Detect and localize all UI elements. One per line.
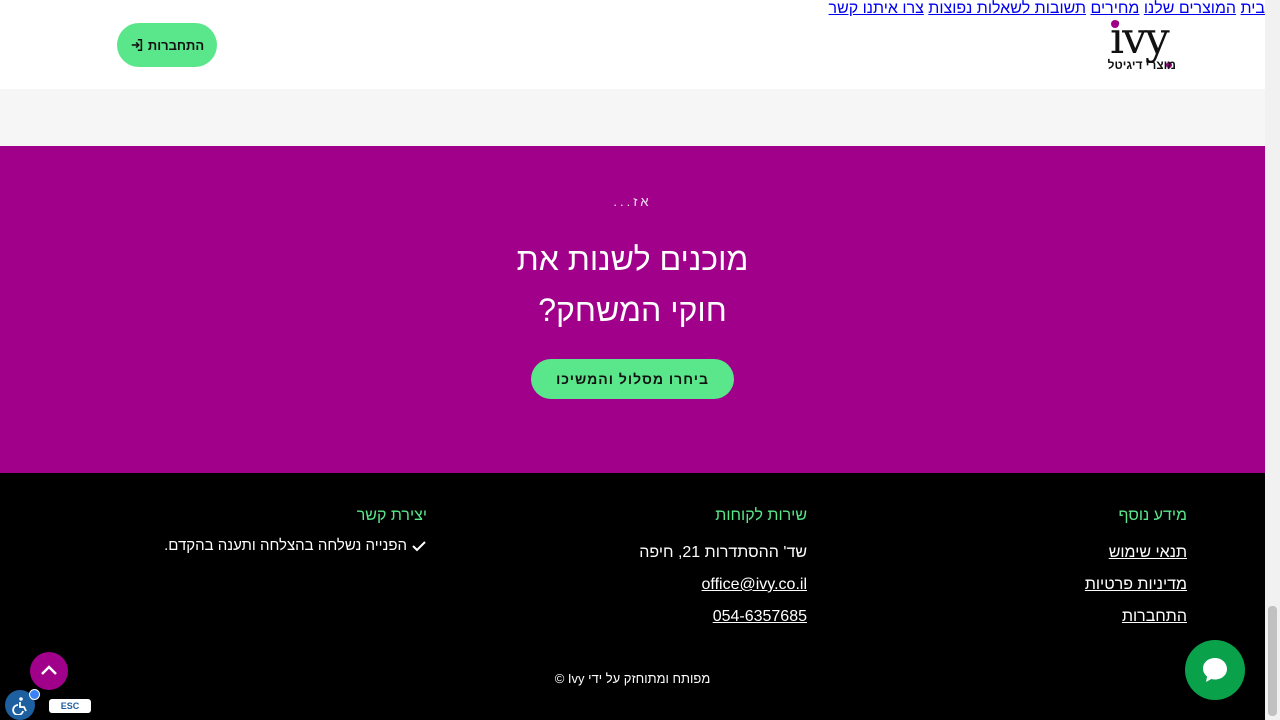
footer-service-heading: שירות לקוחות xyxy=(715,507,807,524)
email-link[interactable]: office@ivy.co.il xyxy=(639,575,807,595)
esc-badge[interactable]: ESC xyxy=(49,699,91,713)
logo-subtitle: מוצרי דיגיטל xyxy=(1107,58,1176,72)
nav-item-home[interactable]: בית xyxy=(1241,0,1265,17)
address-text: שד' ההסתדרות 21, חיפה xyxy=(639,544,807,561)
footer-login-link[interactable]: התחברות xyxy=(1085,607,1187,627)
success-text: הפנייה נשלחה בהצלחה ותענה בהקדם. xyxy=(164,537,407,554)
cta-title: מוכנים לשנות את חוקי המשחק? xyxy=(0,234,1265,336)
chevron-up-icon xyxy=(41,665,57,675)
login-button[interactable]: התחברות xyxy=(117,23,217,67)
site-footer: מידע נוסף תנאי שימוש מדיניות פרטיות התחב… xyxy=(0,473,1265,720)
chat-button[interactable] xyxy=(1185,640,1245,700)
login-icon xyxy=(131,38,143,52)
footer-info-column: מידע נוסף תנאי שימוש מדיניות פרטיות התחב… xyxy=(1085,505,1187,639)
cta-eyebrow: אז... xyxy=(613,194,652,209)
footer-info-heading: מידע נוסף xyxy=(1118,507,1187,524)
nav-item-contact[interactable]: צרו איתנו קשר xyxy=(829,0,924,17)
footer-contact-heading: יצירת קשר xyxy=(356,507,427,524)
scroll-to-top-button[interactable] xyxy=(30,652,68,690)
footer-contact-column: יצירת קשר הפנייה נשלחה בהצלחה ותענה בהקד… xyxy=(164,505,427,554)
footer-service-column: שירות לקוחות שד' ההסתדרות 21, חיפה offic… xyxy=(639,505,807,639)
section-divider xyxy=(0,89,1265,146)
cta-title-line1: מוכנים לשנות את xyxy=(516,241,749,277)
terms-link[interactable]: תנאי שימוש xyxy=(1085,543,1187,563)
nav-item-faq[interactable]: תשובות לשאלות נפוצות xyxy=(928,0,1086,17)
logo-wordmark: ivy xyxy=(1110,13,1170,64)
login-label: התחברות xyxy=(147,37,205,53)
accessibility-icon xyxy=(12,697,27,715)
logo-dot xyxy=(1111,20,1119,28)
logo[interactable]: ivy מוצרי דיגיטל xyxy=(1090,13,1190,74)
site-header: ivy מוצרי דיגיטל בית המוצרים שלנו מחירים… xyxy=(0,0,1265,89)
accessibility-badge xyxy=(29,689,40,700)
form-success-message: הפנייה נשלחה בהצלחה ותענה בהקדם. xyxy=(164,537,427,554)
privacy-link[interactable]: מדיניות פרטיות xyxy=(1085,575,1187,595)
cta-title-line2: חוקי המשחק? xyxy=(538,292,727,328)
choose-plan-button[interactable]: ביחרו מסלול והמשיכו xyxy=(531,359,734,399)
phone-link[interactable]: 054-6357685 xyxy=(639,607,807,627)
chat-bubble-icon xyxy=(1203,658,1227,682)
main-nav: בית המוצרים שלנו מחירים תשובות לשאלות נפ… xyxy=(0,0,1265,18)
scrollbar-thumb[interactable] xyxy=(1268,606,1277,716)
checkmark-icon xyxy=(412,540,426,551)
copyright: מפותח ומתוחזק על ידי Ivy © xyxy=(554,671,711,686)
cta-section: אז... מוכנים לשנות את חוקי המשחק? ביחרו … xyxy=(0,146,1265,473)
